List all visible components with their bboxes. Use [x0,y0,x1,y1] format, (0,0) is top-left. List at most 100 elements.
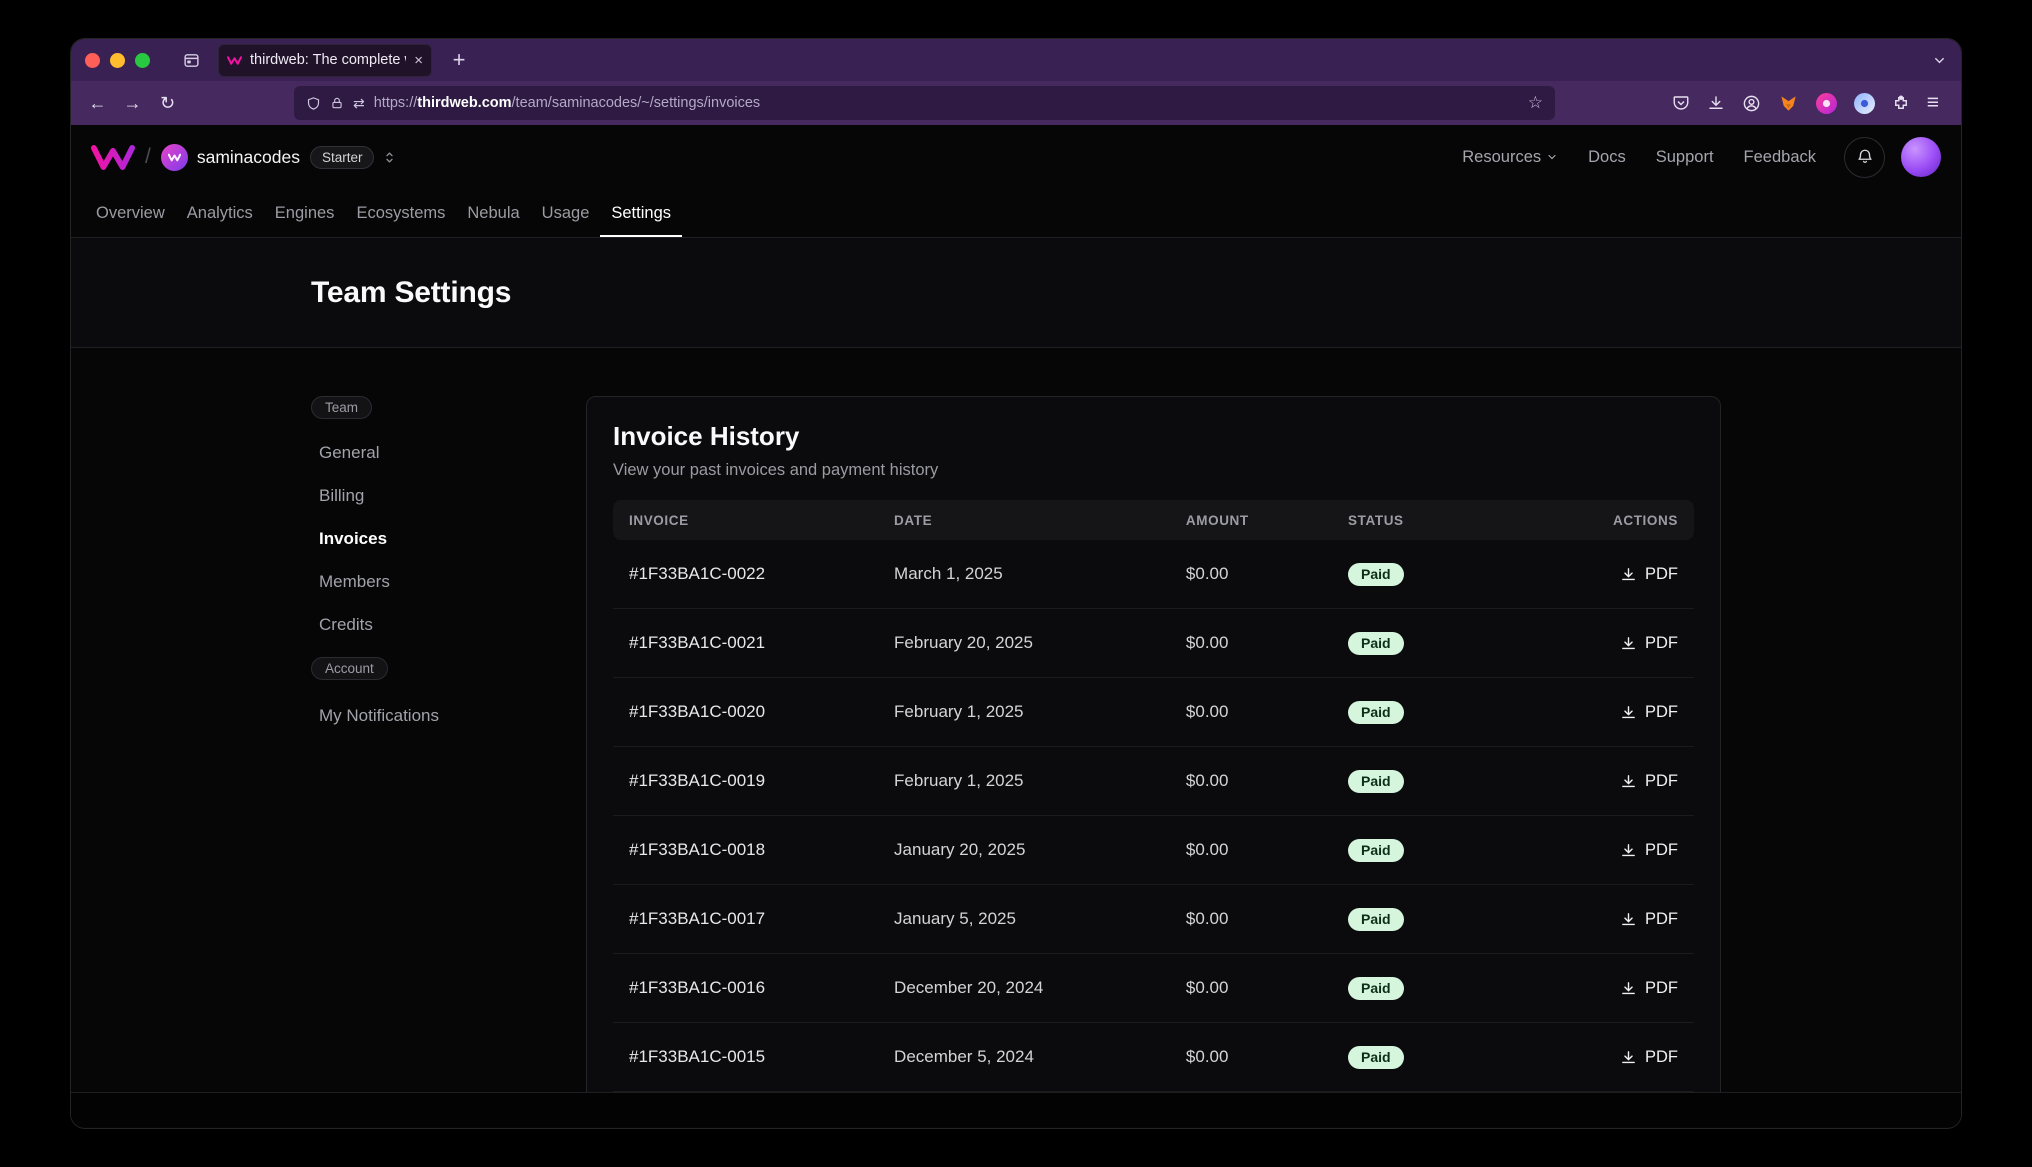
team-switcher-chevrons-icon[interactable] [382,150,397,165]
table-header: INVOICE DATE AMOUNT STATUS ACTIONS [613,500,1694,540]
tracking-shield-icon[interactable] [306,96,321,111]
tab-usage[interactable]: Usage [531,189,601,237]
invoice-id: #1F33BA1C-0021 [613,633,894,653]
settings-sidebar: Team General Billing Invoices Members Cr… [311,348,541,737]
invoice-status: Paid [1348,632,1586,655]
sidebar-item-general[interactable]: General [311,431,541,474]
invoice-actions: PDF [1586,565,1694,584]
extensions-puzzle-icon[interactable] [1892,94,1910,112]
invoice-date: January 20, 2025 [894,840,1186,860]
feedback-link[interactable]: Feedback [1744,148,1816,167]
back-button[interactable]: ← [81,87,114,120]
site-header: / saminacodes Starter Resources Docs Sup… [71,125,1961,189]
download-pdf-button[interactable]: PDF [1620,772,1678,791]
list-all-tabs-chevron-icon[interactable] [1932,53,1947,68]
download-pdf-button[interactable]: PDF [1620,979,1678,998]
extension-icon-2[interactable] [1816,93,1837,114]
permissions-icon[interactable]: ⇄ [353,95,365,112]
support-link[interactable]: Support [1656,148,1714,167]
download-pdf-button[interactable]: PDF [1620,703,1678,722]
invoice-amount: $0.00 [1186,1047,1348,1067]
table-row: #1F33BA1C-0020 February 1, 2025 $0.00 Pa… [613,678,1694,747]
sidebar-item-billing[interactable]: Billing [311,474,541,517]
downloads-icon[interactable] [1707,94,1725,112]
url-text: https://thirdweb.com/team/saminacodes/~/… [374,95,760,111]
menu-hamburger-icon[interactable]: ≡ [1927,91,1939,115]
new-tab-button[interactable]: + [444,47,474,73]
sidebar-item-members[interactable]: Members [311,560,541,603]
pocket-icon[interactable] [1672,94,1690,112]
download-pdf-button[interactable]: PDF [1620,910,1678,929]
sidebar-team-list: General Billing Invoices Members Credits [311,431,541,646]
docs-link[interactable]: Docs [1588,148,1626,167]
status-badge: Paid [1348,977,1404,1000]
forward-button[interactable]: → [116,87,149,120]
tab-ecosystems[interactable]: Ecosystems [345,189,456,237]
invoice-table: INVOICE DATE AMOUNT STATUS ACTIONS #1F33… [613,500,1694,1092]
tab-settings[interactable]: Settings [600,189,682,237]
invoice-status: Paid [1348,770,1586,793]
tab-overview[interactable]: Overview [85,189,176,237]
invoice-date: February 20, 2025 [894,633,1186,653]
zoom-window-button[interactable] [135,53,150,68]
browser-tab[interactable]: thirdweb: The complete web3 d × [218,44,432,77]
url-bar[interactable]: ⇄ https://thirdweb.com/team/saminacodes/… [294,86,1555,120]
account-icon[interactable] [1742,94,1761,113]
lock-icon[interactable] [330,96,344,110]
team-avatar[interactable] [161,144,188,171]
close-window-button[interactable] [85,53,100,68]
table-row: #1F33BA1C-0022 March 1, 2025 $0.00 Paid … [613,540,1694,609]
thirdweb-logo-icon[interactable] [91,144,135,171]
col-date: DATE [894,513,1186,528]
invoice-id: #1F33BA1C-0022 [613,564,894,584]
col-status: STATUS [1348,513,1586,528]
toolbar-icons: ≡ [1672,91,1939,115]
invoice-status: Paid [1348,701,1586,724]
tab-analytics[interactable]: Analytics [176,189,264,237]
download-icon [1620,980,1637,997]
download-icon [1620,635,1637,652]
invoice-status: Paid [1348,563,1586,586]
firefox-view-icon[interactable] [176,45,206,75]
browser-navbar: ← → ↻ ⇄ https://thirdweb.com/team/samina… [71,81,1961,125]
invoice-actions: PDF [1586,979,1694,998]
download-icon [1620,566,1637,583]
desktop-background: thirdweb: The complete web3 d × + ← → ↻ … [0,0,2032,1167]
user-avatar[interactable] [1901,137,1941,177]
team-name[interactable]: saminacodes [197,147,300,168]
settings-content: Team General Billing Invoices Members Cr… [71,348,1961,1093]
table-row: #1F33BA1C-0016 December 20, 2024 $0.00 P… [613,954,1694,1023]
invoice-status: Paid [1348,977,1586,1000]
url-prefix: https:// [374,95,418,111]
extension-metamask-icon[interactable] [1778,93,1799,114]
invoice-actions: PDF [1586,910,1694,929]
invoice-amount: $0.00 [1186,978,1348,998]
sidebar-item-credits[interactable]: Credits [311,603,541,646]
sidebar-item-invoices[interactable]: Invoices [311,517,541,560]
tab-nebula[interactable]: Nebula [456,189,530,237]
invoice-status: Paid [1348,1046,1586,1069]
bookmark-star-icon[interactable]: ☆ [1528,93,1543,113]
download-icon [1620,1049,1637,1066]
invoice-id: #1F33BA1C-0019 [613,771,894,791]
notifications-bell-button[interactable] [1844,137,1885,178]
invoice-amount: $0.00 [1186,702,1348,722]
download-icon [1620,911,1637,928]
status-badge: Paid [1348,839,1404,862]
col-actions: ACTIONS [1586,513,1694,528]
download-pdf-button[interactable]: PDF [1620,841,1678,860]
sidebar-item-my-notifications[interactable]: My Notifications [311,694,541,737]
download-pdf-button[interactable]: PDF [1620,565,1678,584]
col-invoice: INVOICE [613,513,894,528]
reload-button[interactable]: ↻ [151,87,184,120]
resources-menu[interactable]: Resources [1462,148,1558,167]
extension-icon-3[interactable] [1854,93,1875,114]
download-pdf-button[interactable]: PDF [1620,634,1678,653]
tab-engines[interactable]: Engines [264,189,346,237]
tab-close-icon[interactable]: × [414,52,423,69]
invoice-status: Paid [1348,839,1586,862]
download-pdf-button[interactable]: PDF [1620,1048,1678,1067]
minimize-window-button[interactable] [110,53,125,68]
bell-icon [1856,148,1874,166]
table-row: #1F33BA1C-0015 December 5, 2024 $0.00 Pa… [613,1023,1694,1092]
